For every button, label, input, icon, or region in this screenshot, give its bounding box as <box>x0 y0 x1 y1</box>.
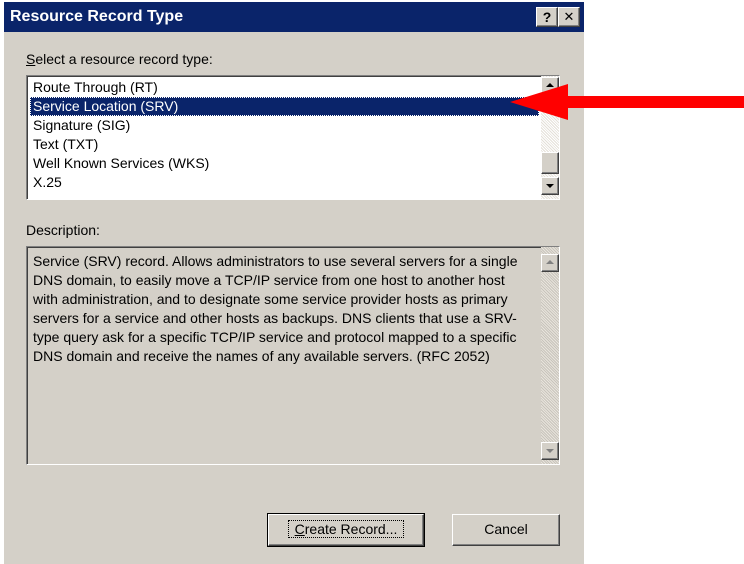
list-item-sig[interactable]: Signature (SIG) <box>30 116 539 135</box>
create-accelerator: C <box>294 521 305 537</box>
description-box: Service (SRV) record. Allows administrat… <box>26 246 560 465</box>
red-pointer-arrow <box>510 84 744 120</box>
record-type-listbox[interactable]: Route Through (RT) Service Location (SRV… <box>26 75 560 200</box>
scroll-down-button[interactable] <box>541 177 559 195</box>
create-label-text: reate Record... <box>304 521 398 537</box>
select-record-type-label: Select a resource record type: <box>26 51 213 67</box>
list-item-srv[interactable]: Service Location (SRV) <box>30 97 539 116</box>
resource-record-type-dialog: Resource Record Type ? ✕ Select a resour… <box>4 2 584 564</box>
chevron-down-icon <box>546 184 554 188</box>
cancel-button[interactable]: Cancel <box>452 514 560 546</box>
chevron-down-icon <box>546 449 554 453</box>
description-text: Service (SRV) record. Allows administrat… <box>33 253 518 364</box>
desc-scroll-up-button[interactable] <box>541 254 559 272</box>
scroll-thumb[interactable] <box>541 152 559 174</box>
description-label: Description: <box>26 222 100 238</box>
select-label-text: elect a resource record type: <box>35 51 213 67</box>
list-item-wks[interactable]: Well Known Services (WKS) <box>30 154 539 173</box>
list-item-txt[interactable]: Text (TXT) <box>30 135 539 154</box>
description-scrollbar[interactable] <box>541 247 559 464</box>
chevron-up-icon <box>546 260 554 264</box>
arrow-shape <box>510 84 744 120</box>
list-item-rt[interactable]: Route Through (RT) <box>30 78 539 97</box>
close-button[interactable]: ✕ <box>558 7 580 27</box>
list-item-x25[interactable]: X.25 <box>30 173 539 192</box>
select-label-accelerator: S <box>26 51 36 67</box>
window-title: Resource Record Type <box>10 8 184 25</box>
desc-scroll-down-button[interactable] <box>541 442 559 460</box>
create-record-button[interactable]: Create Record... <box>267 513 425 547</box>
title-bar[interactable]: Resource Record Type ? ✕ <box>4 2 584 32</box>
create-record-label: Create Record... <box>287 520 405 538</box>
help-button[interactable]: ? <box>536 7 558 27</box>
